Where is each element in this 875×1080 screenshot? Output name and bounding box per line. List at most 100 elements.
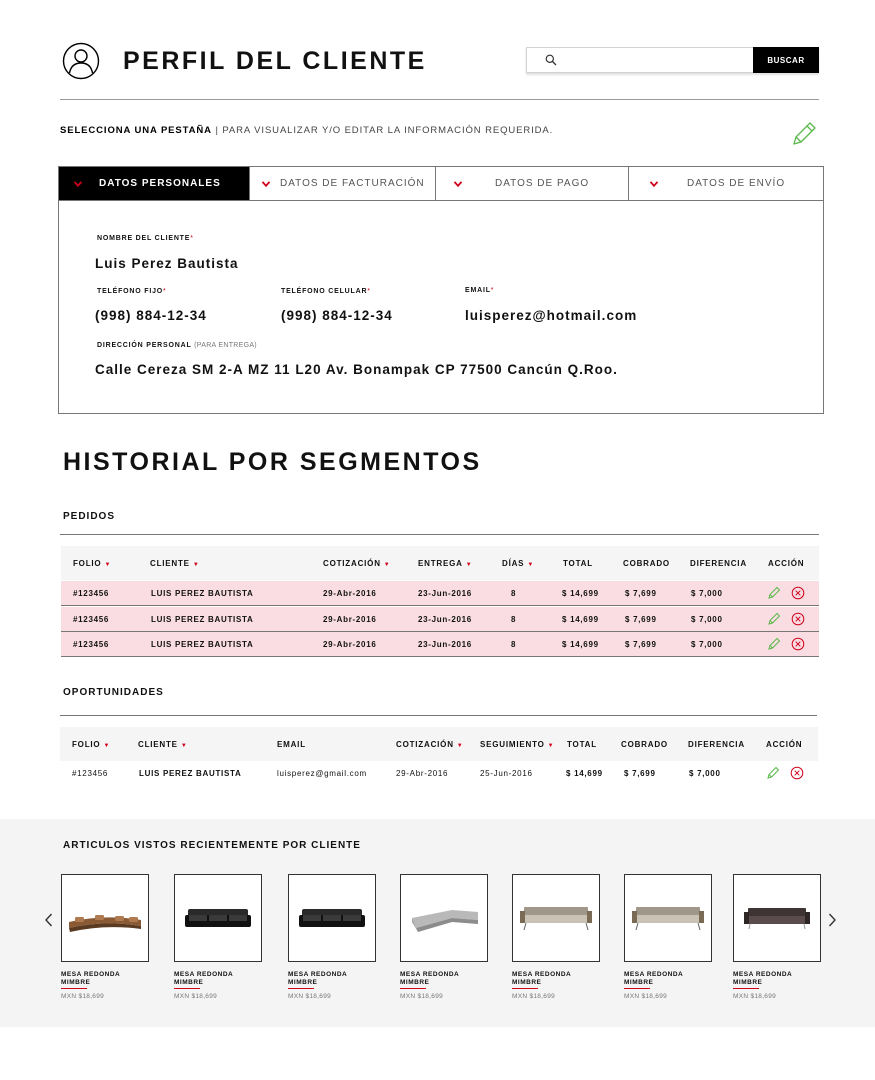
- cell-total: $ 14,699: [562, 589, 599, 598]
- product-underline: [174, 988, 200, 989]
- tab-datos-envio[interactable]: DATOS DE ENVÍO: [629, 167, 823, 200]
- col-accion: ACCIÓN: [766, 740, 803, 749]
- cell-cobrado: $ 7,699: [624, 769, 656, 778]
- delete-circle-icon[interactable]: [791, 586, 805, 600]
- col-dias[interactable]: DÍAS ▼: [502, 559, 534, 568]
- cell-folio: #123456: [73, 615, 110, 624]
- tab-datos-pago[interactable]: DATOS DE PAGO: [436, 167, 629, 200]
- cell-diferencia: $ 7,000: [691, 615, 723, 624]
- product-name[interactable]: MESA REDONDA MIMBRE: [174, 971, 234, 987]
- cell-seguimiento: 25-Jun-2016: [480, 769, 533, 778]
- product-name[interactable]: MESA REDONDA MIMBRE: [288, 971, 348, 987]
- cell-cobrado: $ 7,699: [625, 640, 657, 649]
- cell-dias: 8: [511, 589, 517, 598]
- product-name[interactable]: MESA REDONDA MIMBRE: [400, 971, 460, 987]
- delete-circle-icon[interactable]: [791, 612, 805, 626]
- product-image[interactable]: [61, 874, 149, 962]
- cell-total: $ 14,699: [566, 769, 603, 778]
- product-card[interactable]: MESA REDONDA MIMBRE MXN $18,699: [512, 874, 600, 1000]
- delete-circle-icon[interactable]: [791, 637, 805, 651]
- mobile-value[interactable]: (998) 884-12-34: [281, 308, 393, 323]
- product-image[interactable]: [733, 874, 821, 962]
- table-row[interactable]: #123456 LUIS PEREZ BAUTISTA 29-Abr-2016 …: [61, 607, 819, 632]
- edit-pencil-icon[interactable]: [767, 637, 781, 651]
- cell-cotizacion: 29-Abr-2016: [396, 769, 449, 778]
- product-card[interactable]: MESA REDONDA MIMBRE MXN $18,699: [174, 874, 262, 1000]
- cell-entrega: 23-Jun-2016: [418, 589, 472, 598]
- product-underline: [400, 988, 426, 989]
- product-name[interactable]: MESA REDONDA MIMBRE: [733, 971, 793, 987]
- table-row[interactable]: #123456 LUIS PEREZ BAUTISTA 29-Abr-2016 …: [61, 632, 819, 657]
- chevron-down-icon: [454, 181, 462, 187]
- product-card[interactable]: MESA REDONDA MIMBRE MXN $18,699: [624, 874, 712, 1000]
- page-title: PERFIL DEL CLIENTE: [123, 47, 427, 75]
- cell-cobrado: $ 7,699: [625, 589, 657, 598]
- search-button[interactable]: BUSCAR: [753, 47, 819, 73]
- col-cotizacion[interactable]: COTIZACIÓN ▼: [323, 559, 391, 568]
- chevron-left-icon[interactable]: [44, 913, 54, 927]
- table-row[interactable]: #123456 LUIS PEREZ BAUTISTA luisperez@gm…: [60, 761, 818, 786]
- edit-pencil-icon[interactable]: [790, 120, 818, 148]
- black-sofa-icon: [185, 909, 251, 927]
- tab-label: DATOS PERSONALES: [99, 178, 221, 189]
- chevron-down-icon: [650, 181, 658, 187]
- col-cliente[interactable]: CLIENTE ▼: [150, 559, 200, 568]
- product-card[interactable]: MESA REDONDA MIMBRE MXN $18,699: [733, 874, 821, 1000]
- product-underline: [624, 988, 650, 989]
- phone-value[interactable]: (998) 884-12-34: [95, 308, 207, 323]
- client-name-value[interactable]: Luis Perez Bautista: [95, 256, 239, 271]
- delete-circle-icon[interactable]: [790, 766, 804, 780]
- cell-email: luisperez@gmail.com: [277, 769, 367, 778]
- col-diferencia: DIFERENCIA: [690, 559, 747, 568]
- sectional-sofa-icon: [412, 910, 478, 932]
- product-underline: [733, 988, 759, 989]
- recently-viewed-section: ARTICULOS VISTOS RECIENTEMENTE POR CLIEN…: [0, 819, 875, 1027]
- col-cliente[interactable]: CLIENTE ▼: [138, 740, 188, 749]
- edit-pencil-icon[interactable]: [767, 586, 781, 600]
- cell-cliente: LUIS PEREZ BAUTISTA: [151, 615, 254, 624]
- product-card[interactable]: MESA REDONDA MIMBRE MXN $18,699: [61, 874, 149, 1000]
- product-name[interactable]: MESA REDONDA MIMBRE: [512, 971, 572, 987]
- product-card[interactable]: MESA REDONDA MIMBRE MXN $18,699: [288, 874, 376, 1000]
- email-label: EMAIL*: [465, 287, 495, 294]
- product-underline: [288, 988, 314, 989]
- product-name[interactable]: MESA REDONDA MIMBRE: [61, 971, 121, 987]
- edit-pencil-icon[interactable]: [767, 612, 781, 626]
- product-card[interactable]: MESA REDONDA MIMBRE MXN $18,699: [400, 874, 488, 1000]
- product-image[interactable]: [400, 874, 488, 962]
- product-image[interactable]: [512, 874, 600, 962]
- col-folio[interactable]: FOLIO ▼: [73, 559, 111, 568]
- product-price: MXN $18,699: [174, 993, 218, 1000]
- chevron-right-icon[interactable]: [827, 913, 837, 927]
- divider: [60, 715, 817, 716]
- col-accion: ACCIÓN: [768, 559, 805, 568]
- search-box: BUSCAR: [526, 47, 819, 73]
- edit-pencil-icon[interactable]: [766, 766, 780, 780]
- cell-folio: #123456: [72, 769, 109, 778]
- orders-title: PEDIDOS: [63, 511, 116, 522]
- beige-sofa-icon: [632, 907, 704, 931]
- col-entrega[interactable]: ENTREGA ▼: [418, 559, 472, 568]
- col-cotizacion[interactable]: COTIZACIÓN ▼: [396, 740, 464, 749]
- cell-cotizacion: 29-Abr-2016: [323, 589, 377, 598]
- product-name[interactable]: MESA REDONDA MIMBRE: [624, 971, 684, 987]
- cell-diferencia: $ 7,000: [691, 640, 723, 649]
- col-seguimiento[interactable]: SEGUIMIENTO ▼: [480, 740, 554, 749]
- product-image[interactable]: [174, 874, 262, 962]
- col-folio[interactable]: FOLIO ▼: [72, 740, 110, 749]
- table-row[interactable]: #123456 LUIS PEREZ BAUTISTA 29-Abr-2016 …: [61, 581, 819, 606]
- instruction-bold: SELECCIONA UNA PESTAÑA: [60, 125, 212, 136]
- product-image[interactable]: [288, 874, 376, 962]
- product-underline: [512, 988, 538, 989]
- beige-sofa-icon: [520, 907, 592, 931]
- email-value[interactable]: luisperez@hotmail.com: [465, 308, 637, 323]
- address-value[interactable]: Calle Cereza SM 2-A MZ 11 L20 Av. Bonamp…: [95, 362, 618, 377]
- product-image[interactable]: [624, 874, 712, 962]
- table-header: FOLIO ▼ CLIENTE ▼ EMAIL COTIZACIÓN ▼ SEGUIM…: [60, 727, 818, 761]
- product-price: MXN $18,699: [288, 993, 332, 1000]
- tab-datos-personales[interactable]: DATOS PERSONALES: [59, 167, 250, 200]
- tab-datos-facturacion[interactable]: DATOS DE FACTURACIÓN: [250, 167, 436, 200]
- search-input[interactable]: [561, 48, 749, 72]
- recently-viewed-title: ARTICULOS VISTOS RECIENTEMENTE POR CLIEN…: [63, 840, 361, 851]
- chevron-down-icon: [262, 181, 270, 187]
